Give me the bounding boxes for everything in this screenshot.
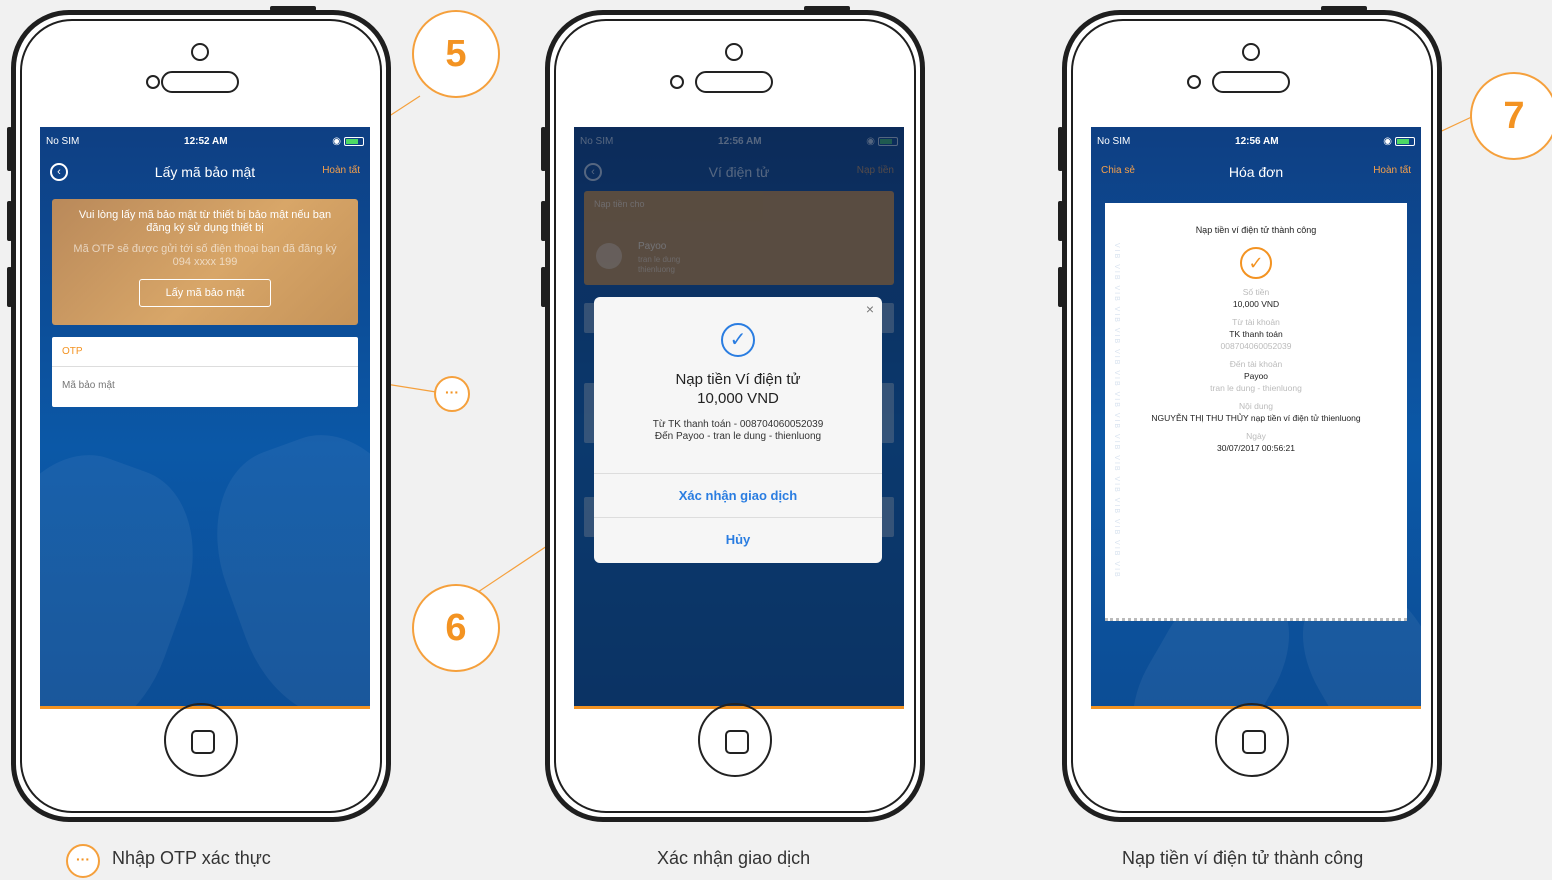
speaker-grille: [1212, 71, 1290, 93]
caption-otp: Nhập OTP xác thực: [112, 848, 271, 868]
mute-switch: [541, 127, 546, 171]
carrier-label: No SIM: [46, 135, 80, 147]
volume-up-button: [541, 201, 546, 241]
sensor-dot: [670, 75, 684, 89]
caption-success: Nạp tiền ví điện tử thành công: [1122, 848, 1364, 868]
date-value: 30/07/2017 00:56:21: [1217, 443, 1295, 453]
nav-bar: ‹ Lấy mã bảo mật Hoàn tất: [40, 157, 370, 187]
to-account: Đến Payoo - tran le dung - thienluong: [654, 431, 822, 442]
content-value: NGUYỄN THỊ THU THỦY nạp tiền ví điện tử …: [1151, 413, 1361, 423]
volume-up-button: [1058, 201, 1063, 241]
confirm-transaction-button[interactable]: Xác nhận giao dịch: [594, 473, 882, 517]
ellipsis-icon: ···: [434, 376, 470, 412]
page-title: Lấy mã bảo mật: [154, 164, 256, 180]
receipt-heading: Nạp tiền ví điện tử thành công: [1195, 225, 1317, 235]
dialog-details: Từ TK thanh toán - 008704060052039 Đến P…: [594, 419, 882, 443]
status-bar: No SIM 12:52 AM ◉: [46, 133, 364, 149]
from-value: TK thanh toán: [1229, 329, 1283, 339]
speaker-grille: [695, 71, 773, 93]
close-icon[interactable]: ×: [866, 301, 874, 317]
page-title: Hóa đơn: [1228, 164, 1284, 180]
battery-icon: ◉: [332, 136, 364, 147]
home-button[interactable]: [164, 703, 238, 777]
mute-switch: [7, 127, 12, 171]
battery-icon: ◉: [1383, 136, 1415, 147]
screen-confirm: No SIM 12:56 AM ◉ ‹ Ví điện tử Nạp tiền …: [574, 127, 904, 709]
bg-swoosh: [40, 431, 222, 709]
time-label: 12:56 AM: [1235, 135, 1279, 147]
volume-down-button: [1058, 267, 1063, 307]
power-button: [804, 6, 850, 11]
done-button[interactable]: Hoàn tất: [1373, 165, 1411, 176]
status-bar: No SIM 12:56 AM ◉: [1097, 133, 1415, 149]
camera-icon: [1242, 43, 1260, 61]
speaker-grille: [161, 71, 239, 93]
done-button[interactable]: Hoàn tất: [322, 165, 360, 176]
back-circle-icon[interactable]: ‹: [50, 163, 68, 181]
to-subvalue: tran le dung - thienluong: [1210, 383, 1302, 393]
otp-form: OTP: [52, 337, 358, 407]
time-label: 12:52 AM: [184, 135, 228, 147]
caption-confirm: Xác nhận giao dịch: [657, 848, 811, 868]
step-badge-6: 6: [412, 584, 500, 672]
volume-down-button: [7, 267, 12, 307]
nav-bar: Chia sẻ Hóa đơn Hoàn tất: [1091, 157, 1421, 187]
phone-otp: No SIM 12:52 AM ◉ ‹ Lấy mã bảo mật Hoàn …: [7, 6, 391, 822]
carrier-label: No SIM: [1097, 135, 1131, 147]
dialog-amount: 10,000 VND: [697, 390, 779, 407]
success-check-icon: ✓: [1240, 247, 1272, 279]
screen-otp: No SIM 12:52 AM ◉ ‹ Lấy mã bảo mật Hoàn …: [40, 127, 370, 709]
home-button[interactable]: [1215, 703, 1289, 777]
dialog-title: Nạp tiền Ví điện tử: [675, 371, 801, 388]
otp-label: OTP: [52, 337, 358, 367]
phone-receipt: No SIM 12:56 AM ◉ Chia sẻ Hóa đơn Hoàn t…: [1058, 6, 1442, 822]
check-circle-icon: ✓: [721, 323, 755, 357]
to-label: Đến tài khoản: [1229, 359, 1283, 369]
from-subvalue: 008704060052039: [1220, 341, 1292, 351]
volume-down-button: [541, 267, 546, 307]
confirm-dialog: × ✓ Nạp tiền Ví điện tử 10,000 VND Từ TK…: [594, 297, 882, 563]
receipt: VIB VIB VIB VIB VIB VIB VIB VIB VIB VIB …: [1105, 203, 1407, 621]
from-label: Từ tài khoản: [1232, 317, 1280, 327]
screen-receipt: No SIM 12:56 AM ◉ Chia sẻ Hóa đơn Hoàn t…: [1091, 127, 1421, 709]
amount-label: Số tiền: [1242, 287, 1270, 297]
to-value: Payoo: [1243, 371, 1269, 381]
receipt-watermark: VIB VIB VIB VIB VIB VIB VIB VIB VIB VIB …: [1113, 242, 1120, 579]
share-button[interactable]: Chia sẻ: [1101, 165, 1135, 176]
phone-confirm: No SIM 12:56 AM ◉ ‹ Ví điện tử Nạp tiền …: [541, 6, 925, 822]
volume-up-button: [7, 201, 12, 241]
home-button[interactable]: [698, 703, 772, 777]
camera-icon: [191, 43, 209, 61]
amount-value: 10,000 VND: [1232, 299, 1280, 309]
power-button: [270, 6, 316, 11]
power-button: [1321, 6, 1367, 11]
otp-input[interactable]: [52, 367, 358, 405]
mute-switch: [1058, 127, 1063, 171]
bg-swoosh: [188, 411, 370, 709]
step-badge-7: 7: [1470, 72, 1552, 160]
legend-ellipsis-icon: ···: [66, 844, 100, 878]
cancel-button[interactable]: Hủy: [594, 517, 882, 561]
info-text: Vui lòng lấy mã bảo mật từ thiết bị bảo …: [78, 209, 332, 234]
sensor-dot: [146, 75, 160, 89]
step-badge-5: 5: [412, 10, 500, 98]
date-label: Ngày: [1246, 431, 1266, 441]
sensor-dot: [1187, 75, 1201, 89]
camera-icon: [725, 43, 743, 61]
get-code-button[interactable]: Lấy mã bảo mật: [138, 279, 272, 307]
from-account: Từ TK thanh toán - 008704060052039: [652, 419, 824, 430]
content-label: Nội dung: [1238, 401, 1274, 411]
info-subtext: Mã OTP sẽ được gửi tới số điện thoại bạn…: [73, 243, 337, 268]
otp-info-card: Vui lòng lấy mã bảo mật từ thiết bị bảo …: [52, 199, 358, 325]
